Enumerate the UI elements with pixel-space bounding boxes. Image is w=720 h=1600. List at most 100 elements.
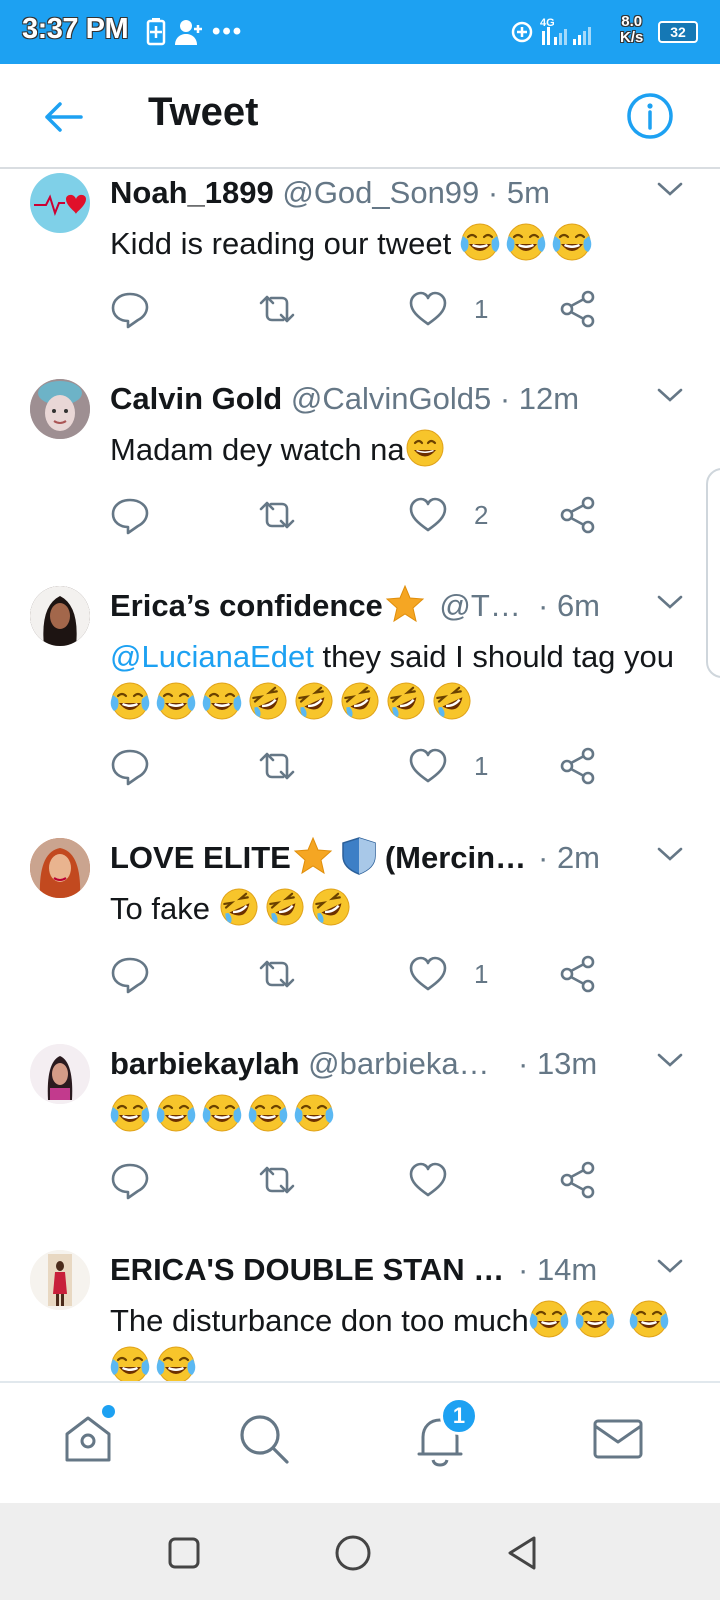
reply-button[interactable] xyxy=(110,952,150,996)
arrow-left-icon xyxy=(45,102,83,132)
tweet-actions: 1 xyxy=(110,952,630,996)
notification-badge: 1 xyxy=(440,1397,478,1435)
tweet-menu-button[interactable] xyxy=(656,1256,688,1284)
heart-icon xyxy=(409,748,447,783)
display-name[interactable]: Calvin Gold xyxy=(110,381,282,416)
retweet-button[interactable] xyxy=(255,952,299,996)
back-triangle-icon xyxy=(508,1536,536,1570)
display-name[interactable]: ERICA'S DOUBLE STAN … xyxy=(110,1252,504,1287)
star-emoji-icon xyxy=(294,837,332,874)
tweet-actions: 1 xyxy=(110,287,630,331)
avatar[interactable] xyxy=(30,173,90,233)
reply-button[interactable] xyxy=(110,493,150,537)
system-home-button[interactable] xyxy=(331,1531,375,1575)
share-button[interactable] xyxy=(558,744,598,788)
nav-home-button[interactable] xyxy=(52,1403,124,1475)
retweet-button[interactable] xyxy=(255,493,299,537)
retweet-button[interactable] xyxy=(255,1158,299,1202)
share-icon xyxy=(560,955,595,993)
reply-icon xyxy=(111,1163,149,1200)
avatar[interactable] xyxy=(30,838,90,898)
person-add-icon xyxy=(174,0,204,64)
info-button[interactable] xyxy=(624,90,676,142)
retweet-icon xyxy=(259,295,295,323)
joy-emoji-icon xyxy=(505,222,546,262)
display-name[interactable]: LOVE ELITE xyxy=(110,840,291,875)
reply-button[interactable] xyxy=(110,287,150,331)
user-handle[interactable]: @God_Son99 xyxy=(282,175,479,210)
avatar[interactable] xyxy=(30,1250,90,1310)
share-button[interactable] xyxy=(558,1158,598,1202)
avatar[interactable] xyxy=(30,1044,90,1104)
like-button[interactable]: 1 xyxy=(408,744,488,788)
tweet-text: @LucianaEdet they said I should tag you xyxy=(110,634,690,726)
tweet-item[interactable]: Calvin Gold @CalvinGold5 · 12m Madam dey… xyxy=(0,377,720,577)
retweet-button[interactable] xyxy=(255,744,299,788)
tweet-menu-button[interactable] xyxy=(656,1050,688,1078)
reply-icon xyxy=(111,498,149,535)
info-circle-icon xyxy=(627,93,673,139)
joy-emoji-icon xyxy=(202,1093,242,1133)
tweet-actions: 2 xyxy=(110,493,630,537)
display-name-suffix[interactable]: (Mercin… xyxy=(385,840,526,875)
joy-emoji-icon xyxy=(294,1093,334,1133)
tweet-item[interactable]: ERICA'S DOUBLE STAN … · 14m The disturba… xyxy=(0,1248,720,1381)
share-button[interactable] xyxy=(558,952,598,996)
user-handle[interactable]: @T… xyxy=(439,588,520,623)
status-time: 3:37 PM xyxy=(22,13,129,45)
like-button[interactable]: 2 xyxy=(408,493,488,537)
avatar[interactable] xyxy=(30,379,90,439)
share-button[interactable] xyxy=(558,493,598,537)
retweet-button[interactable] xyxy=(255,287,299,331)
user-handle[interactable]: @CalvinGold5 xyxy=(291,381,491,416)
joy-emoji-icon xyxy=(459,222,500,262)
nav-notifications-button[interactable]: 1 xyxy=(404,1397,478,1475)
like-button[interactable]: 1 xyxy=(408,287,488,331)
reply-button[interactable] xyxy=(110,744,150,788)
system-back-button[interactable] xyxy=(500,1531,544,1575)
like-button[interactable] xyxy=(408,1158,448,1202)
mention-link[interactable]: @LucianaEdet xyxy=(110,639,314,674)
star-emoji-icon xyxy=(386,585,424,622)
tweet-menu-button[interactable] xyxy=(656,844,688,872)
display-name[interactable]: barbiekaylah xyxy=(110,1046,300,1081)
tweet-time: 6m xyxy=(556,588,601,623)
tweet-time: 13m xyxy=(536,1046,598,1081)
user-handle[interactable]: @barbieka… xyxy=(308,1046,489,1081)
new-content-dot xyxy=(102,1405,115,1418)
joy-emoji-icon xyxy=(202,681,242,721)
tweet-text: Madam dey watch na xyxy=(110,427,690,473)
display-name[interactable]: Noah_1899 xyxy=(110,175,274,210)
nav-search-button[interactable] xyxy=(228,1403,300,1475)
tweet-body: Madam dey watch na xyxy=(110,432,405,467)
tweet-item[interactable]: Noah_1899 @God_Son99 · 5m Kidd is readin… xyxy=(0,171,720,371)
like-button[interactable]: 1 xyxy=(408,952,488,996)
tweet-time-block: · 14m xyxy=(518,1252,598,1287)
edge-panel-handle[interactable] xyxy=(706,468,720,678)
reply-icon xyxy=(111,957,149,994)
rofl-emoji-icon xyxy=(264,887,305,927)
nav-messages-button[interactable] xyxy=(582,1403,654,1475)
tweet-menu-button[interactable] xyxy=(656,179,688,207)
recents-button[interactable] xyxy=(162,1531,206,1575)
home-circle-icon xyxy=(335,1535,371,1571)
display-name[interactable]: Erica’s confidence xyxy=(110,588,383,623)
joy-emoji-icon xyxy=(574,1299,615,1339)
chevron-down-icon xyxy=(657,1259,683,1273)
heart-icon xyxy=(409,956,447,991)
tweet-item[interactable]: LOVE ELITE (Mercin… · 2m To fake 1 xyxy=(0,836,720,1036)
messages-icon xyxy=(593,1419,643,1459)
share-button[interactable] xyxy=(558,287,598,331)
search-icon xyxy=(240,1415,289,1464)
tweet-body: Kidd is reading our tweet xyxy=(110,226,452,261)
avatar[interactable] xyxy=(30,586,90,646)
tweet-item[interactable]: barbiekaylah @barbieka… · 13m xyxy=(0,1042,720,1242)
joy-emoji-icon xyxy=(156,681,196,721)
speed-value: 8.0 xyxy=(621,13,643,30)
back-button[interactable] xyxy=(38,92,88,142)
tweet-menu-button[interactable] xyxy=(656,592,688,620)
tweet-item[interactable]: Erica’s confidence @T… · 6m @LucianaEdet… xyxy=(0,584,720,829)
tweet-feed[interactable]: Noah_1899 @God_Son99 · 5m Kidd is readin… xyxy=(0,171,720,1381)
reply-button[interactable] xyxy=(110,1158,150,1202)
tweet-menu-button[interactable] xyxy=(656,385,688,413)
